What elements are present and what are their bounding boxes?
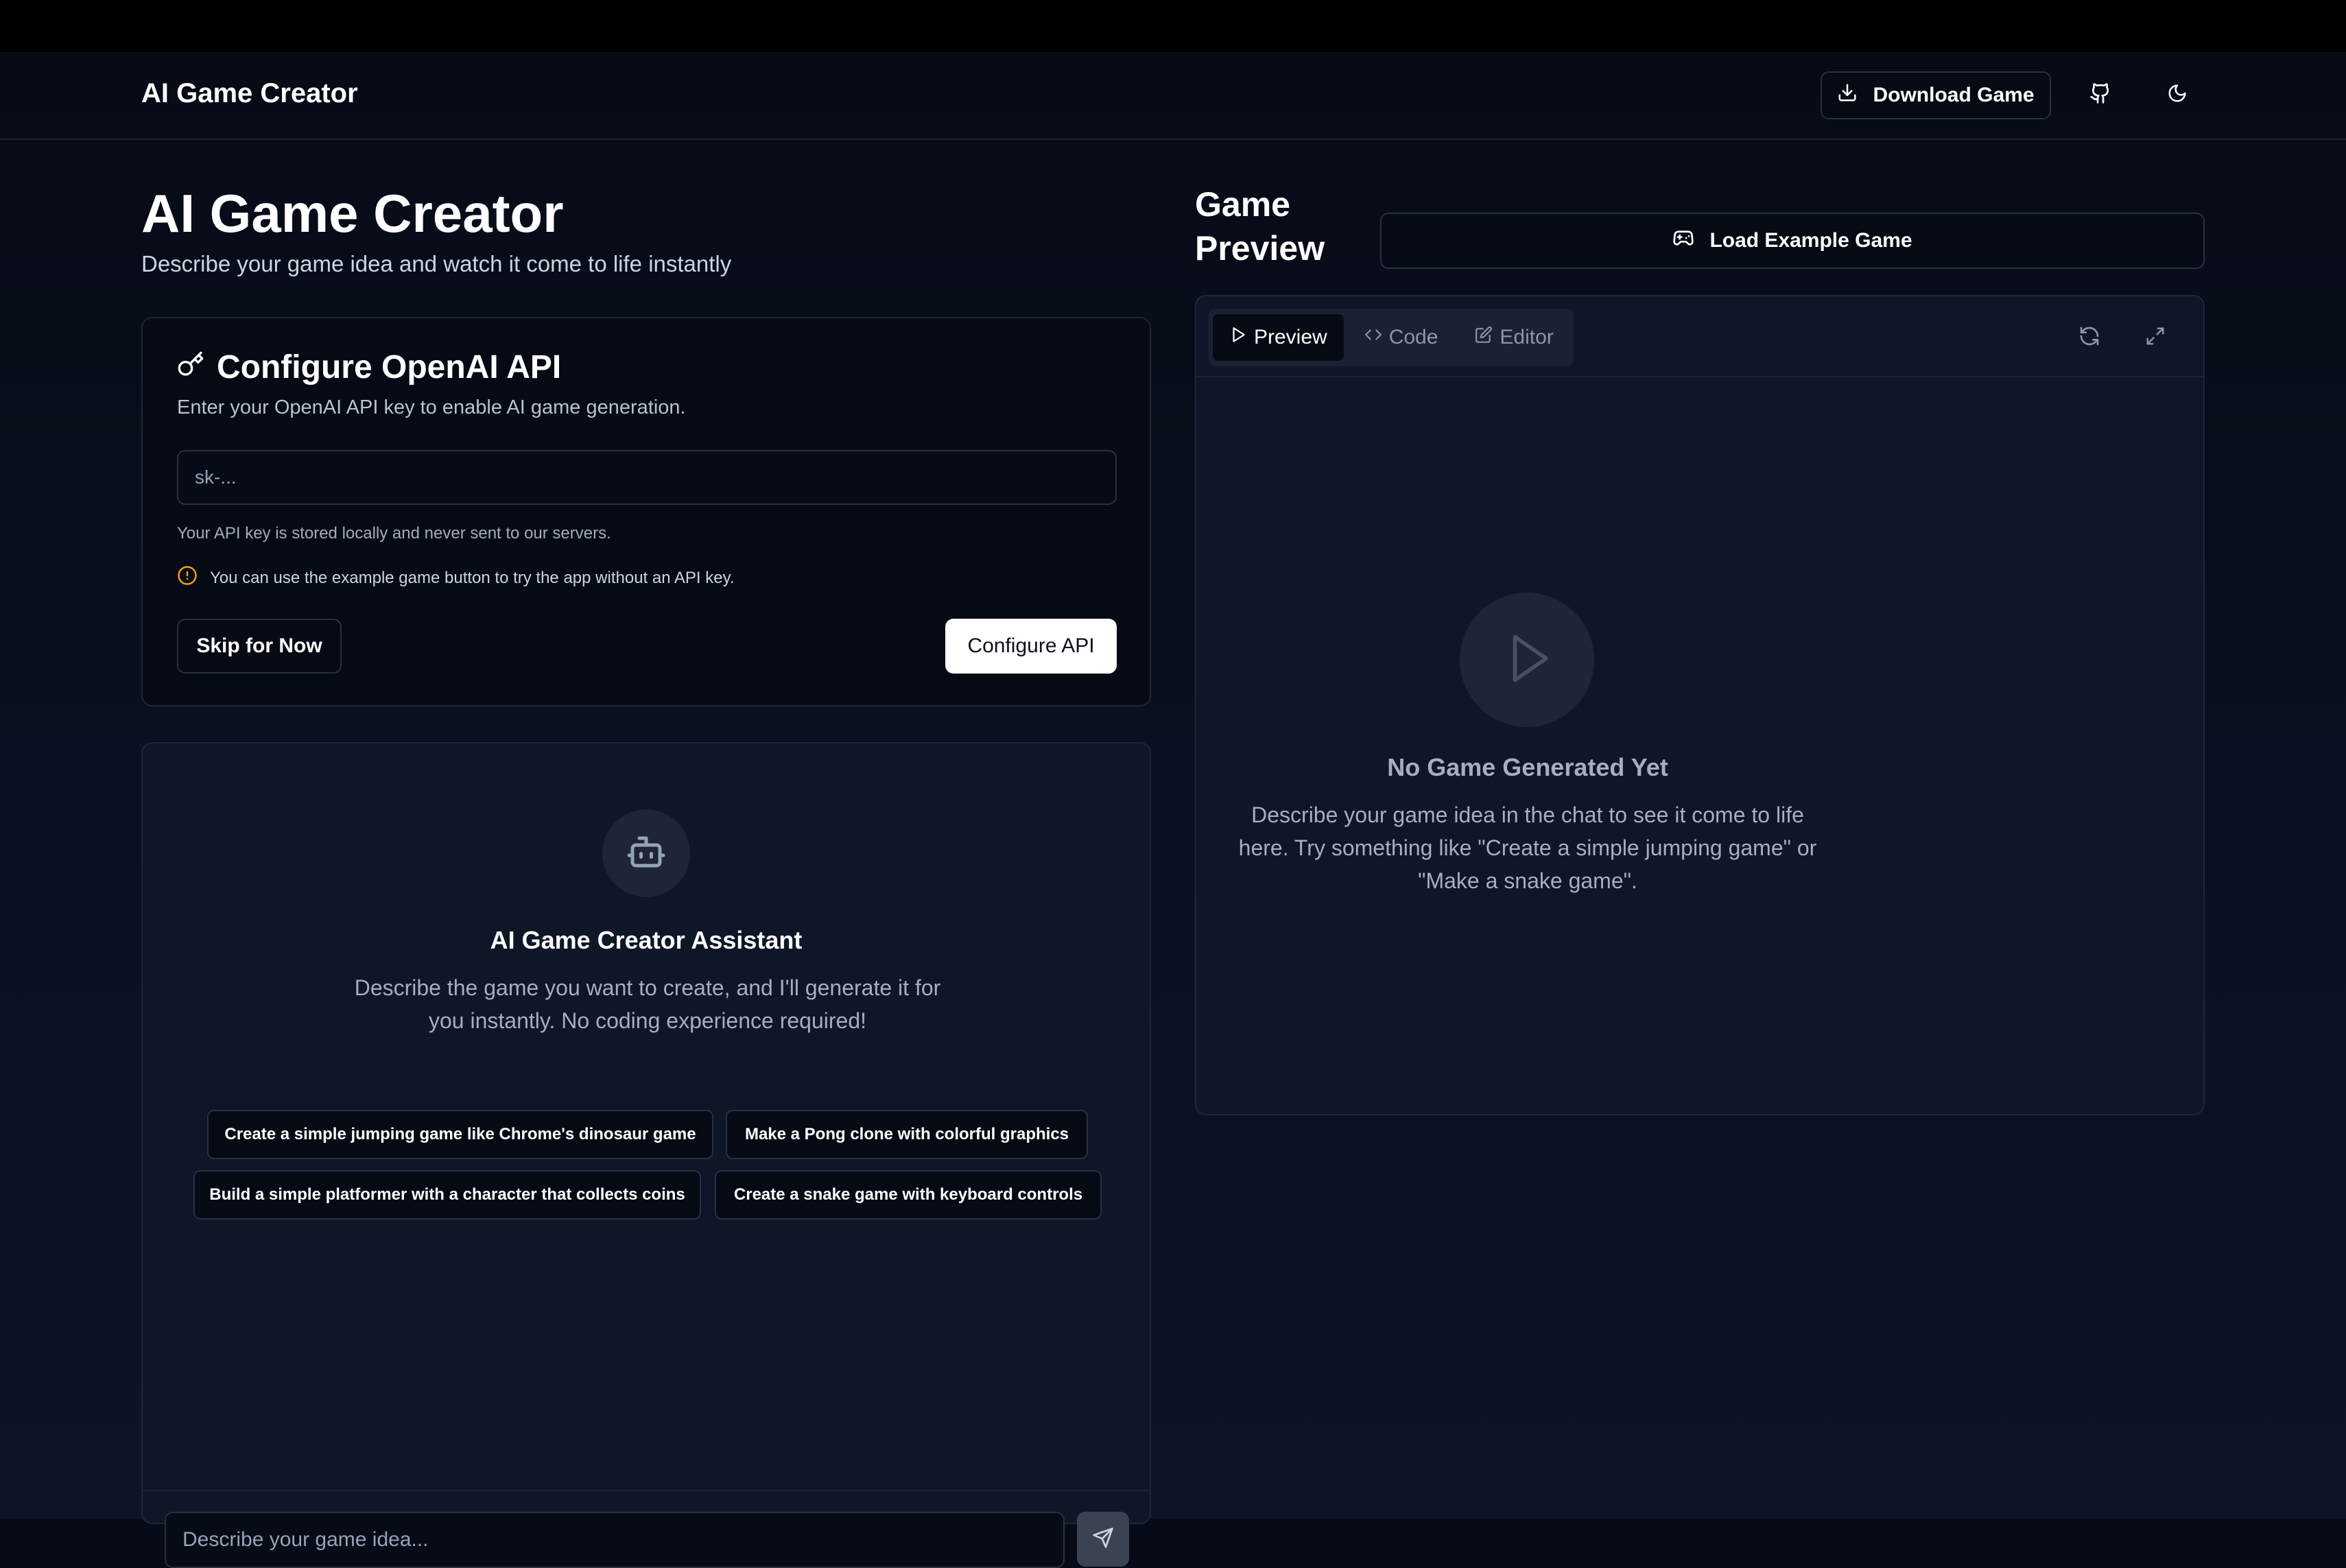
brand-title: AI Game Creator	[141, 78, 358, 108]
send-button[interactable]	[1077, 1512, 1129, 1567]
chat-divider	[143, 1490, 1150, 1491]
download-game-button[interactable]: Download Game	[1821, 71, 2051, 119]
tab-editor[interactable]: Editor	[1458, 314, 1569, 361]
github-button[interactable]	[2078, 73, 2122, 117]
code-icon	[1364, 326, 1382, 349]
fullscreen-button[interactable]	[2139, 321, 2172, 354]
github-icon	[2089, 82, 2111, 108]
skip-for-now-button[interactable]: Skip for Now	[177, 619, 342, 674]
app-header: AI Game Creator Download Game	[0, 52, 2346, 140]
chat-input[interactable]: Describe your game idea...	[165, 1512, 1065, 1568]
api-warning: You can use the example game button to t…	[177, 565, 735, 591]
tab-preview-label: Preview	[1254, 326, 1327, 348]
preview-tabs: Preview Code Editor	[1209, 309, 1574, 366]
preview-divider	[1196, 376, 2203, 377]
download-game-label: Download Game	[1873, 84, 2035, 106]
tab-code-label: Code	[1388, 326, 1438, 348]
gamepad-icon	[1672, 227, 1694, 254]
key-icon	[177, 348, 204, 386]
game-preview-heading: Game Preview	[1195, 185, 1325, 268]
send-icon	[1092, 1527, 1114, 1552]
load-example-game-button[interactable]: Load Example Game	[1380, 213, 2205, 269]
api-config-card: Configure OpenAI API Enter your OpenAI A…	[141, 317, 1151, 706]
page: AI Game Creator Download Game AI Game Cr…	[0, 52, 2346, 1568]
theme-toggle-button[interactable]	[2155, 73, 2199, 117]
configure-api-button[interactable]: Configure API	[945, 619, 1117, 674]
assistant-title: AI Game Creator Assistant	[490, 926, 803, 954]
api-key-note: Your API key is stored locally and never…	[177, 524, 611, 543]
tab-preview[interactable]: Preview	[1213, 314, 1344, 361]
play-icon	[1498, 630, 1556, 691]
window-top-bar	[0, 0, 2346, 52]
tab-code[interactable]: Code	[1348, 314, 1455, 361]
bot-icon	[626, 831, 667, 876]
refresh-icon	[2078, 325, 2100, 351]
empty-state-description: Describe your game idea in the chat to s…	[1238, 803, 1817, 893]
download-icon	[1837, 82, 1858, 108]
alert-circle-icon	[177, 565, 198, 591]
game-preview-panel: Preview Code Editor No Game Generated Ye…	[1195, 295, 2205, 1115]
moon-icon	[2167, 83, 2188, 107]
chat-input-placeholder: Describe your game idea...	[182, 1528, 429, 1551]
edit-icon	[1475, 326, 1493, 349]
api-config-title-text: Configure OpenAI API	[217, 349, 562, 385]
load-example-game-label: Load Example Game	[1709, 229, 1912, 252]
refresh-button[interactable]	[2073, 321, 2106, 354]
maximize-icon	[2145, 326, 2166, 350]
suggestion-chip[interactable]: Create a snake game with keyboard contro…	[715, 1170, 1102, 1220]
suggestion-chip[interactable]: Make a Pong clone with colorful graphics	[726, 1110, 1088, 1159]
suggestion-chip[interactable]: Build a simple platformer with a charact…	[193, 1170, 701, 1220]
chat-panel: AI Game Creator Assistant Describe the g…	[141, 742, 1151, 1568]
page-subtitle: Describe your game idea and watch it com…	[141, 251, 732, 276]
assistant-description: Describe the game you want to create, an…	[354, 975, 941, 1033]
empty-state-avatar	[1460, 593, 1594, 727]
api-key-placeholder: sk-...	[195, 466, 237, 488]
empty-state-title: No Game Generated Yet	[1387, 753, 1668, 781]
page-title: AI Game Creator	[141, 183, 564, 243]
play-icon	[1229, 326, 1247, 349]
bot-avatar	[602, 809, 690, 897]
suggestion-chip[interactable]: Create a simple jumping game like Chrome…	[207, 1110, 713, 1159]
api-config-description: Enter your OpenAI API key to enable AI g…	[177, 396, 686, 418]
tab-editor-label: Editor	[1500, 326, 1554, 348]
api-key-input[interactable]: sk-...	[177, 450, 1117, 505]
api-warning-text: You can use the example game button to t…	[210, 568, 735, 587]
api-config-title: Configure OpenAI API	[177, 348, 561, 386]
